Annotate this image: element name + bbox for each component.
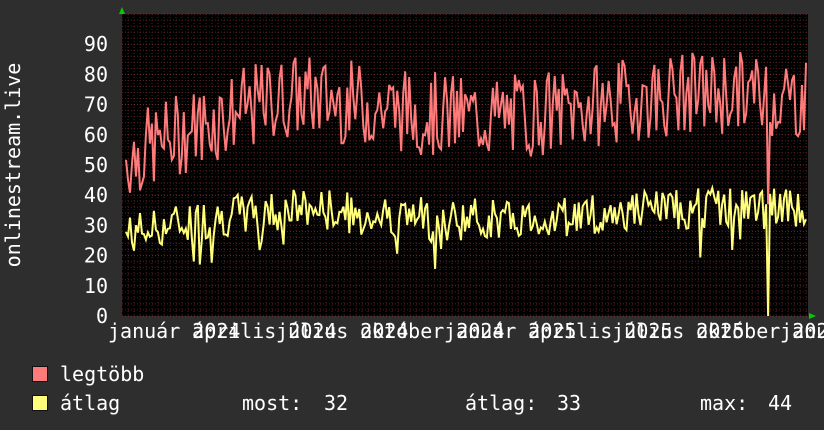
legend-swatch-legtobb — [32, 366, 48, 382]
legend-swatch-atlag — [32, 395, 48, 411]
y-tick-label: 30 — [84, 213, 108, 237]
stat-max-label: max: — [700, 391, 749, 415]
stat-now-label: most: — [242, 391, 303, 415]
y-axis-arrow — [119, 7, 125, 14]
y-axis-label: onlinestream.live — [1, 63, 25, 268]
stat-avg-label: átlag: — [465, 391, 538, 415]
y-tick-label: 70 — [84, 93, 108, 117]
y-tick-label: 10 — [84, 274, 108, 298]
y-tick-label: 20 — [84, 244, 108, 268]
y-tick-label: 90 — [84, 32, 108, 56]
stat-now-value: 32 — [324, 391, 349, 415]
legend-label-legtobb: legtöbb — [60, 362, 145, 386]
y-tick-labels: 0 10 20 30 40 50 60 70 80 90 — [84, 32, 108, 328]
legend-label-atlag: átlag — [60, 391, 121, 415]
y-tick-label: 50 — [84, 153, 108, 177]
x-tick-labels: január 2024április 2024július 2024októbe… — [108, 319, 824, 343]
y-tick-label: 80 — [84, 62, 108, 86]
y-tick-label: 40 — [84, 183, 108, 207]
x-tick-label: január 2026 — [780, 319, 824, 343]
stat-avg-value: 33 — [557, 391, 582, 415]
y-tick-label: 60 — [84, 123, 108, 147]
y-tick-label: 0 — [96, 304, 108, 328]
stat-max-value: 44 — [768, 391, 793, 415]
